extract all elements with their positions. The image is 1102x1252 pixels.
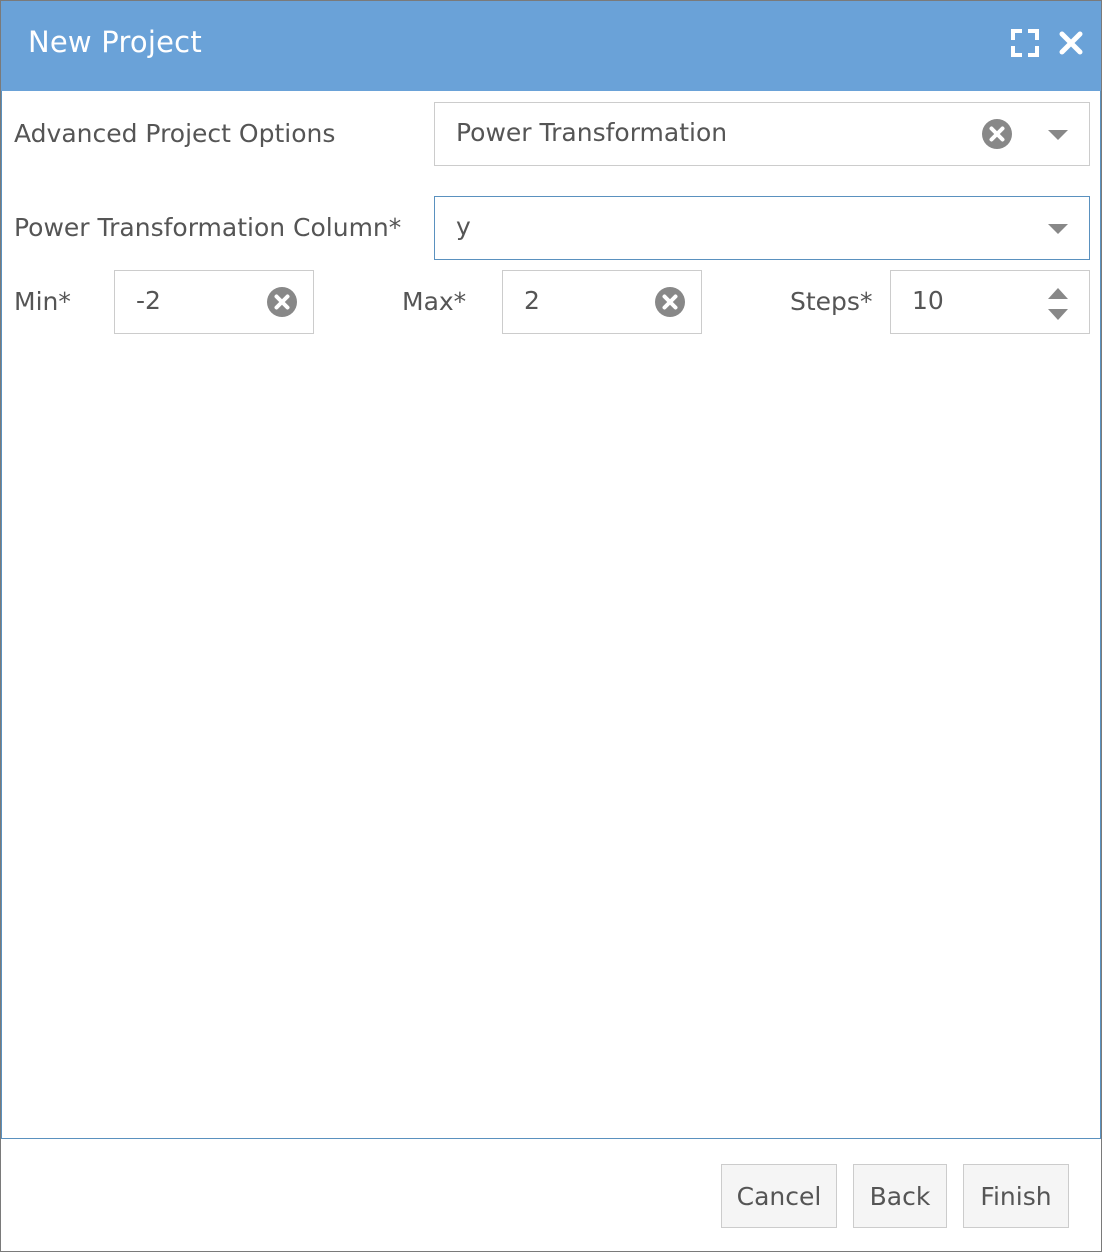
min-label: Min* (14, 287, 71, 316)
clear-icon[interactable] (654, 286, 686, 318)
dialog-footer: Cancel Back Finish (1, 1139, 1101, 1251)
advanced-options-label: Advanced Project Options (14, 119, 336, 148)
dialog-titlebar: New Project (1, 1, 1101, 91)
max-input[interactable]: 2 (502, 270, 702, 334)
transform-column-label: Power Transformation Column* (14, 213, 402, 242)
spin-down-icon[interactable] (1047, 308, 1069, 321)
steps-label: Steps* (790, 287, 873, 316)
steps-input[interactable]: 10 (890, 270, 1090, 334)
dialog-body: Advanced Project Options Power Transform… (1, 91, 1101, 1139)
clear-icon[interactable] (981, 118, 1013, 150)
titlebar-controls (1009, 27, 1087, 59)
clear-icon[interactable] (266, 286, 298, 318)
maximize-icon[interactable] (1009, 27, 1041, 59)
chevron-down-icon[interactable] (1047, 222, 1069, 236)
cancel-button[interactable]: Cancel (721, 1164, 837, 1228)
spin-up-icon[interactable] (1047, 287, 1069, 300)
back-button[interactable]: Back (853, 1164, 947, 1228)
dialog-title: New Project (28, 25, 202, 59)
advanced-options-value: Power Transformation (456, 118, 728, 147)
advanced-options-select[interactable]: Power Transformation (434, 102, 1090, 166)
min-input[interactable]: -2 (114, 270, 314, 334)
transform-column-value: y (456, 212, 471, 241)
finish-button[interactable]: Finish (963, 1164, 1069, 1228)
max-label: Max* (402, 287, 467, 316)
min-value: -2 (136, 286, 161, 315)
close-icon[interactable] (1055, 27, 1087, 59)
chevron-down-icon[interactable] (1047, 128, 1069, 142)
steps-value: 10 (912, 286, 944, 315)
transform-column-select[interactable]: y (434, 196, 1090, 260)
max-value: 2 (524, 286, 540, 315)
new-project-dialog: New Project Advanced Project Options Pow… (0, 0, 1102, 1252)
